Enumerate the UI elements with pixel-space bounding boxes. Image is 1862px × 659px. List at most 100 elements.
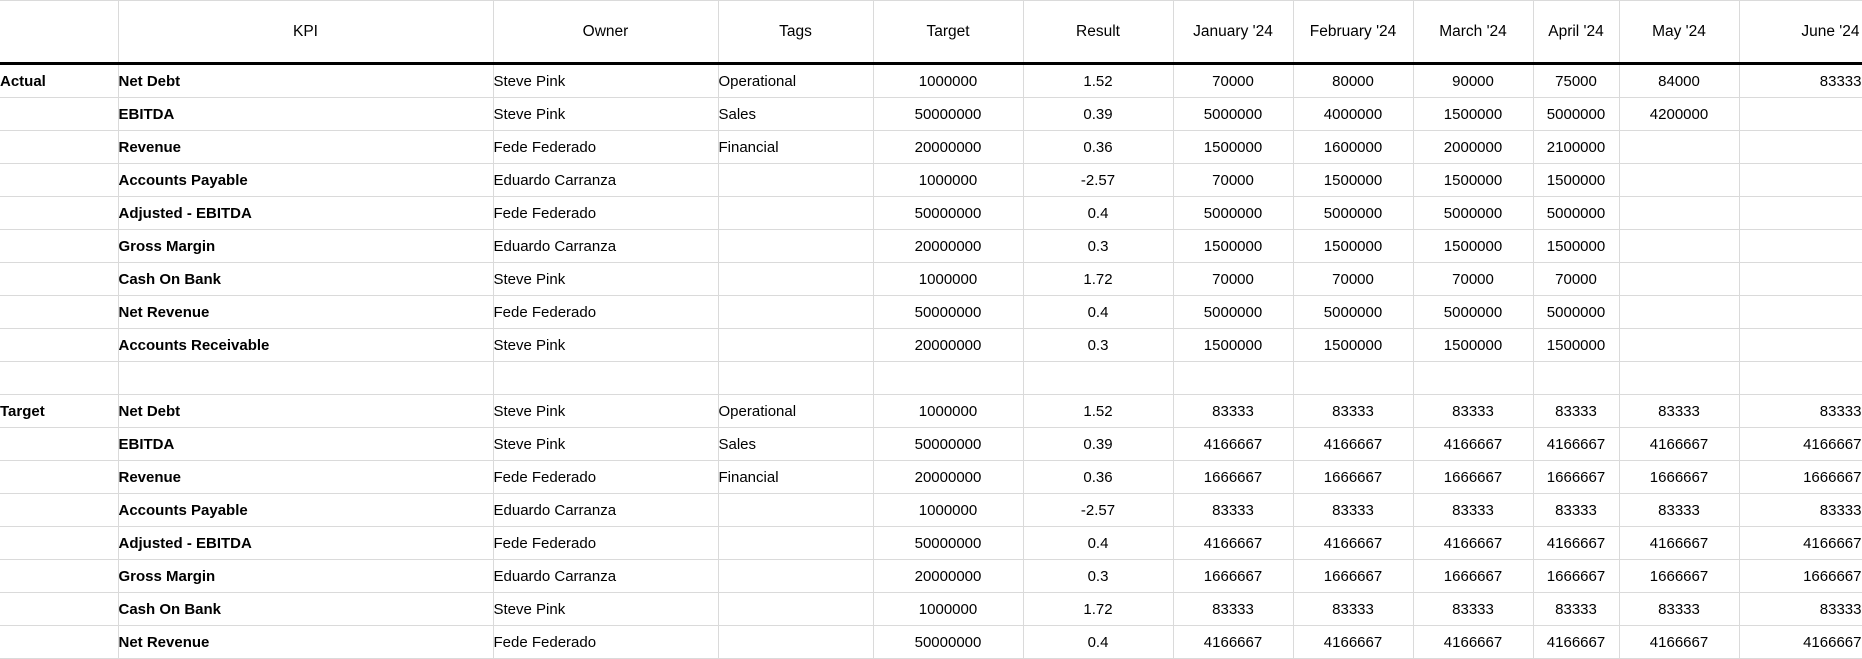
empty-cell[interactable]	[1618, 361, 1740, 395]
target-cell[interactable]: 1000000	[872, 63, 1024, 98]
month-value-cell[interactable]: 83333	[1618, 493, 1740, 527]
month-value-cell[interactable]	[1738, 196, 1862, 230]
kpi-name-cell[interactable]: EBITDA	[117, 97, 494, 131]
kpi-name-cell[interactable]: Revenue	[117, 460, 494, 494]
result-cell[interactable]: 0.36	[1022, 130, 1174, 164]
month-value-cell[interactable]: 4166667	[1412, 526, 1534, 560]
month-value-cell[interactable]: 1666667	[1412, 460, 1534, 494]
month-value-cell[interactable]: 4000000	[1292, 97, 1414, 131]
tag-cell[interactable]	[717, 493, 874, 527]
owner-cell[interactable]: Eduardo Carranza	[492, 559, 719, 593]
column-header-owner[interactable]: Owner	[492, 0, 719, 65]
month-value-cell[interactable]: 1666667	[1412, 559, 1534, 593]
month-value-cell[interactable]: 5000000	[1532, 196, 1620, 230]
month-value-cell[interactable]	[1738, 229, 1862, 263]
target-cell[interactable]: 20000000	[872, 328, 1024, 362]
month-value-cell[interactable]	[1738, 262, 1862, 296]
kpi-name-cell[interactable]: Cash On Bank	[117, 262, 494, 296]
result-cell[interactable]: 0.4	[1022, 526, 1174, 560]
month-value-cell[interactable]: 1500000	[1532, 229, 1620, 263]
tag-cell[interactable]	[717, 229, 874, 263]
section-label-cell[interactable]	[0, 427, 119, 461]
section-label-cell[interactable]: Target	[0, 394, 119, 428]
target-cell[interactable]: 50000000	[872, 526, 1024, 560]
month-value-cell[interactable]: 4200000	[1618, 97, 1740, 131]
target-cell[interactable]: 50000000	[872, 427, 1024, 461]
month-value-cell[interactable]: 1600000	[1292, 130, 1414, 164]
tag-cell[interactable]: Financial	[717, 460, 874, 494]
tag-cell[interactable]	[717, 196, 874, 230]
month-value-cell[interactable]: 83333	[1172, 394, 1294, 428]
kpi-name-cell[interactable]: Accounts Payable	[117, 163, 494, 197]
month-value-cell[interactable]: 83333	[1412, 592, 1534, 626]
month-value-cell[interactable]	[1618, 196, 1740, 230]
empty-cell[interactable]	[717, 361, 874, 395]
empty-cell[interactable]	[1022, 361, 1174, 395]
result-cell[interactable]: 0.39	[1022, 97, 1174, 131]
section-label-cell[interactable]	[0, 295, 119, 329]
month-value-cell[interactable]: 83333	[1738, 394, 1862, 428]
section-label-cell[interactable]	[0, 229, 119, 263]
empty-cell[interactable]	[1412, 361, 1534, 395]
month-value-cell[interactable]: 4166667	[1412, 427, 1534, 461]
month-value-cell[interactable]: 1666667	[1292, 559, 1414, 593]
target-cell[interactable]: 1000000	[872, 394, 1024, 428]
target-cell[interactable]: 20000000	[872, 130, 1024, 164]
owner-cell[interactable]: Steve Pink	[492, 97, 719, 131]
month-value-cell[interactable]: 1666667	[1618, 460, 1740, 494]
month-value-cell[interactable]: 4166667	[1618, 427, 1740, 461]
section-label-cell[interactable]	[0, 493, 119, 527]
column-header-tags[interactable]: Tags	[717, 0, 874, 65]
result-cell[interactable]: 0.36	[1022, 460, 1174, 494]
section-label-cell[interactable]	[0, 163, 119, 197]
owner-cell[interactable]: Eduardo Carranza	[492, 229, 719, 263]
section-label-cell[interactable]	[0, 559, 119, 593]
kpi-name-cell[interactable]: Cash On Bank	[117, 592, 494, 626]
month-value-cell[interactable]: 1500000	[1292, 229, 1414, 263]
month-value-cell[interactable]: 90000	[1412, 63, 1534, 98]
month-value-cell[interactable]: 1500000	[1412, 163, 1534, 197]
kpi-name-cell[interactable]: Adjusted - EBITDA	[117, 196, 494, 230]
kpi-name-cell[interactable]: Gross Margin	[117, 229, 494, 263]
column-header-january[interactable]: January '24	[1172, 0, 1294, 65]
month-value-cell[interactable]: 83333	[1532, 493, 1620, 527]
owner-cell[interactable]: Steve Pink	[492, 427, 719, 461]
result-cell[interactable]: 0.39	[1022, 427, 1174, 461]
month-value-cell[interactable]: 1666667	[1172, 559, 1294, 593]
month-value-cell[interactable]	[1618, 295, 1740, 329]
month-value-cell[interactable]: 4166667	[1618, 526, 1740, 560]
month-value-cell[interactable]: 1500000	[1412, 229, 1534, 263]
kpi-name-cell[interactable]: Accounts Payable	[117, 493, 494, 527]
tag-cell[interactable]	[717, 262, 874, 296]
tag-cell[interactable]: Operational	[717, 63, 874, 98]
tag-cell[interactable]	[717, 526, 874, 560]
month-value-cell[interactable]: 83333	[1618, 394, 1740, 428]
kpi-name-cell[interactable]: Net Debt	[117, 394, 494, 428]
kpi-name-cell[interactable]: Accounts Receivable	[117, 328, 494, 362]
month-value-cell[interactable]	[1738, 328, 1862, 362]
column-header-target[interactable]: Target	[872, 0, 1024, 65]
column-header-kpi[interactable]: KPI	[117, 0, 494, 65]
month-value-cell[interactable]: 83333	[1738, 493, 1862, 527]
month-value-cell[interactable]: 4166667	[1172, 427, 1294, 461]
month-value-cell[interactable]	[1618, 163, 1740, 197]
month-value-cell[interactable]: 5000000	[1412, 196, 1534, 230]
month-value-cell[interactable]: 70000	[1532, 262, 1620, 296]
empty-cell[interactable]	[117, 361, 494, 395]
month-value-cell[interactable]: 1666667	[1292, 460, 1414, 494]
target-cell[interactable]: 1000000	[872, 493, 1024, 527]
month-value-cell[interactable]: 83333	[1532, 394, 1620, 428]
tag-cell[interactable]	[717, 328, 874, 362]
month-value-cell[interactable]: 1500000	[1292, 328, 1414, 362]
month-value-cell[interactable]: 83333	[1618, 592, 1740, 626]
month-value-cell[interactable]: 1500000	[1412, 97, 1534, 131]
owner-cell[interactable]: Steve Pink	[492, 328, 719, 362]
month-value-cell[interactable]: 70000	[1172, 63, 1294, 98]
section-label-cell[interactable]	[0, 592, 119, 626]
section-label-cell[interactable]	[0, 262, 119, 296]
month-value-cell[interactable]: 5000000	[1292, 196, 1414, 230]
tag-cell[interactable]	[717, 163, 874, 197]
month-value-cell[interactable]	[1738, 295, 1862, 329]
result-cell[interactable]: 1.52	[1022, 63, 1174, 98]
tag-cell[interactable]: Financial	[717, 130, 874, 164]
